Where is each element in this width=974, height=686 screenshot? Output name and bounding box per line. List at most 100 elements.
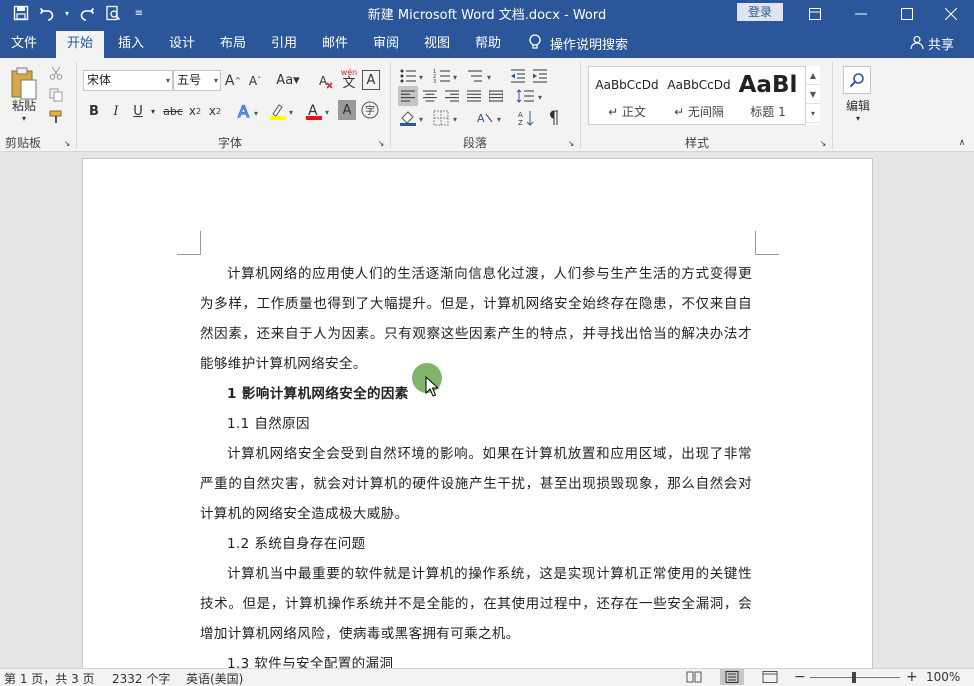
maximize-icon[interactable] [884,0,930,27]
margin-corner-top-right [755,231,779,255]
font-name-combo[interactable]: 宋体 ▾ [83,70,173,91]
bullets-icon[interactable]: ▾ [398,66,428,86]
login-button[interactable]: 登录 [737,3,783,21]
chinese-layout-icon[interactable]: A ▾ [476,108,506,128]
print-layout-icon[interactable] [720,669,744,685]
multilevel-list-icon[interactable]: ▾ [466,66,496,86]
bold-icon[interactable]: B [84,100,104,122]
paragraph-natural-causes: 计算机网络安全会受到自然环境的影响。如果在计算机放置和应用区域，出现了非常严重的… [200,446,752,522]
styles-launcher-icon[interactable]: ↘ [818,138,828,148]
italic-icon[interactable]: I [106,100,126,122]
document-page[interactable]: 计算机网络的应用使人们的生活逐渐向信息化过渡，人们参与生产生活的方式变得更为多样… [82,158,873,668]
document-body[interactable]: 计算机网络的应用使人们的生活逐渐向信息化过渡，人们参与生产生活的方式变得更为多样… [200,259,752,668]
show-formatting-marks-icon[interactable] [544,108,564,128]
zoom-out-icon[interactable]: − [794,669,806,685]
phonetic-guide-icon[interactable]: wén 文 [339,68,359,92]
tab-design[interactable]: 设计 [161,31,203,58]
group-separator [832,62,833,148]
tell-me-search[interactable]: 操作说明搜索 [528,31,628,56]
web-layout-icon[interactable] [762,671,778,686]
styles-more-icon[interactable]: ▾ [806,104,820,123]
cut-icon[interactable] [46,64,66,82]
group-separator [76,62,77,148]
subheading-1-2: 1.2 系统自身存在问题 [227,536,366,552]
justify-icon[interactable] [464,86,484,106]
font-group-label: 字体 [217,136,242,150]
font-color-icon[interactable]: A ▾ [304,100,334,122]
decrease-indent-icon[interactable] [508,66,528,86]
tab-help[interactable]: 帮助 [467,31,509,58]
character-shading-icon[interactable]: A [338,100,356,120]
svg-text:A: A [518,111,523,119]
style-heading-1-preview: AaBl [738,72,798,98]
tab-layout[interactable]: 布局 [212,31,254,58]
tab-references[interactable]: 引用 [263,31,305,58]
align-right-icon[interactable] [442,86,462,106]
close-icon[interactable] [928,0,974,27]
zoom-level[interactable]: 100% [926,670,960,684]
font-name-dropdown-icon[interactable]: ▾ [166,71,170,90]
underline-dropdown-icon[interactable]: ▾ [148,100,158,122]
align-center-icon[interactable] [420,86,440,106]
text-effects-icon[interactable]: A ▾ [236,100,264,122]
read-mode-icon[interactable] [686,671,702,686]
copy-icon[interactable] [46,86,66,104]
subscript-icon[interactable]: x2 [186,100,204,122]
increase-indent-icon[interactable] [530,66,550,86]
svg-text:A: A [477,112,485,125]
sort-icon[interactable]: AZ [516,108,536,128]
paste-dropdown-icon[interactable]: ▾ [17,112,31,124]
tab-view[interactable]: 视图 [416,31,458,58]
grow-font-icon[interactable]: A ^ [223,70,243,91]
font-launcher-icon[interactable]: ↘ [376,138,386,148]
tab-review[interactable]: 审阅 [365,31,407,58]
svg-text:▾: ▾ [497,115,501,124]
document-area: 计算机网络的应用使人们的生活逐渐向信息化过渡，人们参与生产生活的方式变得更为多样… [0,152,974,668]
styles-gallery: AaBbCcDd ↵ 正文 AaBbCcDd ↵ 无间隔 AaBl 标题 1 [588,66,820,125]
word-count[interactable]: 2332 个字 [112,670,170,686]
svg-text:▾: ▾ [254,109,258,118]
align-left-icon[interactable] [398,86,418,106]
language-indicator[interactable]: 英语(美国) [186,670,243,686]
tab-home[interactable]: 开始 [56,31,104,58]
shrink-font-icon[interactable]: Aˇ [245,70,265,91]
minimize-icon[interactable] [838,0,884,27]
style-no-spacing[interactable]: AaBbCcDd ↵ 无间隔 [663,67,735,124]
subheading-1-3: 1.3 软件与安全配置的漏洞 [227,656,394,668]
numbering-icon[interactable]: 1 2 3 ▾ [432,66,462,86]
font-size-combo[interactable]: 五号 ▾ [173,70,221,91]
clipboard-launcher-icon[interactable]: ↘ [62,138,72,148]
character-border-icon[interactable]: A [362,70,380,90]
paragraph-launcher-icon[interactable]: ↘ [566,138,576,148]
share-button[interactable]: 共享 [910,31,954,56]
style-normal[interactable]: AaBbCcDd ↵ 正文 [591,67,663,124]
line-spacing-icon[interactable]: ▾ [514,86,548,106]
page-count[interactable]: 第 1 页，共 3 页 [4,670,95,686]
shading-icon[interactable]: ▾ [398,108,428,128]
zoom-in-icon[interactable]: + [906,669,918,685]
distributed-icon[interactable] [486,86,506,106]
tab-insert[interactable]: 插入 [110,31,152,58]
paragraph-intro: 计算机网络的应用使人们的生活逐渐向信息化过渡，人们参与生产生活的方式变得更为多样… [200,266,752,372]
collapse-ribbon-icon[interactable]: ∧ [956,138,968,148]
enclosed-characters-icon[interactable]: 字 [360,100,380,120]
strikethrough-icon[interactable]: abc [162,100,184,122]
clear-formatting-icon[interactable]: A [316,70,336,91]
styles-scroll-up-icon[interactable]: ▲ [806,66,820,85]
underline-icon[interactable]: U [128,100,148,122]
change-case-icon[interactable]: Aa▾ [273,70,303,91]
zoom-slider-thumb[interactable] [852,672,856,683]
font-size-dropdown-icon[interactable]: ▾ [214,71,218,90]
highlight-color-icon[interactable]: ▾ [268,100,298,122]
status-bar: 第 1 页，共 3 页 2332 个字 英语(美国) − + 100% [0,668,974,686]
styles-scroll-down-icon[interactable]: ▼ [806,85,820,104]
format-painter-icon[interactable] [46,108,66,126]
editing-dropdown-icon[interactable]: ▾ [852,112,864,124]
tab-file[interactable]: 文件 [3,31,45,58]
superscript-icon[interactable]: x2 [206,100,224,122]
borders-icon[interactable]: ▾ [432,108,462,128]
ribbon-display-options-icon[interactable] [792,0,838,27]
tab-mailings[interactable]: 邮件 [314,31,356,58]
style-heading-1[interactable]: AaBl 标题 1 [735,67,801,124]
search-icon[interactable] [843,66,871,94]
